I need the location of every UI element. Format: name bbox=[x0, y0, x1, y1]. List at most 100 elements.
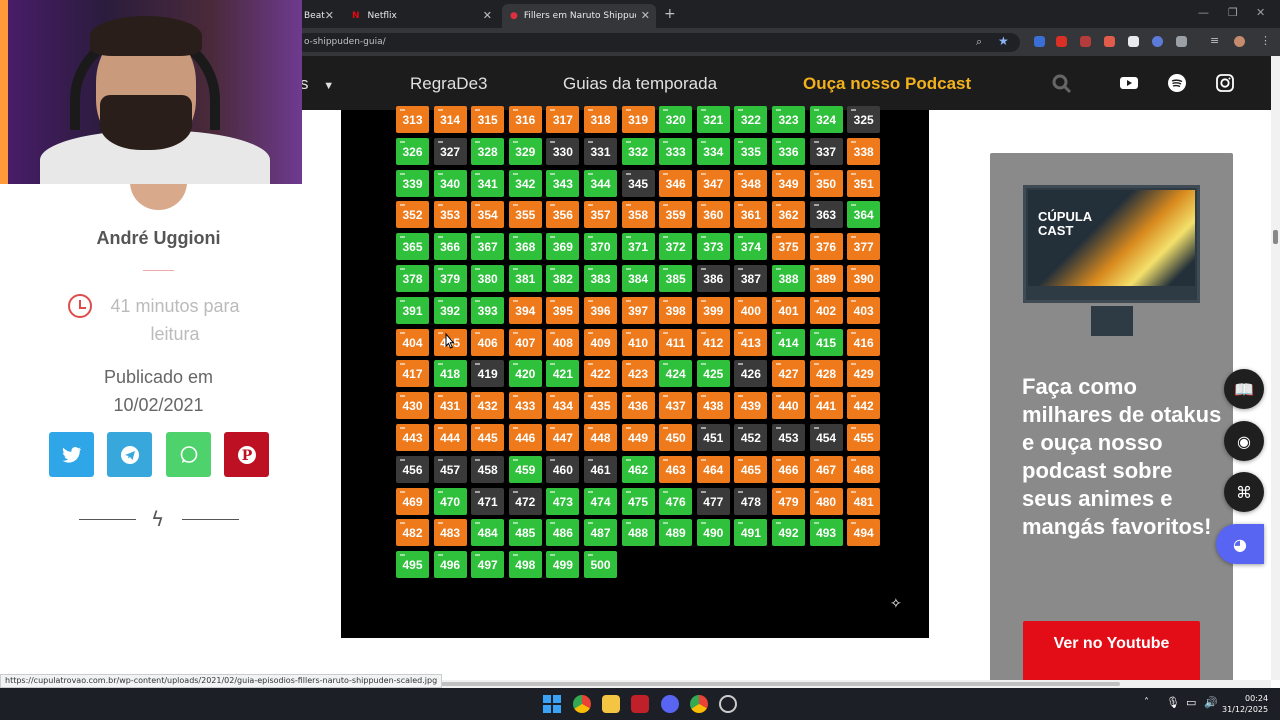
nav-regrade3[interactable]: RegraDe3 bbox=[410, 74, 488, 94]
minimize-icon[interactable]: — bbox=[1198, 6, 1209, 19]
extension-icon[interactable] bbox=[1152, 36, 1163, 47]
episode-cell: 372 bbox=[659, 233, 693, 261]
extension-icon[interactable] bbox=[1056, 36, 1067, 47]
mouse-cursor-icon bbox=[445, 332, 455, 349]
episode-cell: 444 bbox=[433, 424, 467, 451]
episode-cell: 379 bbox=[433, 265, 467, 292]
grid-icon: ⌘ bbox=[1236, 482, 1252, 502]
tab-fillers-active[interactable]: ● Fillers em Naruto Shippuden: se ✕ bbox=[502, 4, 656, 28]
episode-cell: 319 bbox=[621, 106, 655, 133]
youtube-icon[interactable] bbox=[1120, 74, 1138, 92]
episode-cell: 346 bbox=[659, 169, 693, 197]
extension-icon[interactable] bbox=[1104, 36, 1115, 47]
episode-cell: 349 bbox=[772, 169, 805, 197]
magic-wand-icon[interactable]: ✧ bbox=[890, 596, 902, 612]
network-icon[interactable]: ▭ bbox=[1186, 696, 1196, 709]
reading-mode-button[interactable]: 📖 bbox=[1224, 369, 1264, 409]
address-bar[interactable]: o-shippuden-guia/ bbox=[296, 33, 1020, 52]
discord-taskbar-icon[interactable] bbox=[661, 695, 679, 713]
episode-cell: 439 bbox=[734, 392, 768, 420]
share-telegram-button[interactable] bbox=[107, 432, 152, 477]
profile-avatar[interactable] bbox=[1234, 36, 1245, 47]
search-icon[interactable] bbox=[1052, 74, 1072, 94]
episode-cell: 462 bbox=[621, 455, 655, 483]
episode-cell: 407 bbox=[508, 328, 542, 356]
spotify-icon[interactable] bbox=[1168, 74, 1186, 92]
episode-cell: 369 bbox=[546, 233, 580, 261]
episode-cell: 348 bbox=[734, 169, 768, 197]
episode-cell: 483 bbox=[433, 519, 467, 547]
tab-beat[interactable]: Beat ✕ bbox=[296, 4, 340, 28]
obs-icon[interactable] bbox=[719, 695, 737, 713]
watch-on-youtube-button[interactable]: Ver no Youtube bbox=[1023, 621, 1200, 681]
episode-cell: 329 bbox=[508, 137, 542, 165]
chrome-icon[interactable] bbox=[573, 695, 591, 713]
episode-cell: 500 bbox=[584, 551, 617, 579]
svg-text:P: P bbox=[241, 448, 252, 464]
vertical-scroll-thumb[interactable] bbox=[1273, 230, 1278, 244]
microphone-icon[interactable]: 🎙 bbox=[1166, 696, 1180, 709]
episode-cell: 443 bbox=[396, 424, 429, 451]
share-twitter-button[interactable] bbox=[49, 432, 94, 477]
nav-menu-partial[interactable]: s ▼ bbox=[300, 74, 334, 94]
episode-cell: 477 bbox=[696, 487, 730, 515]
episode-cell: 496 bbox=[433, 551, 467, 579]
episode-cell: 406 bbox=[471, 328, 505, 356]
episode-cell: 350 bbox=[809, 169, 843, 197]
close-icon[interactable]: ✕ bbox=[483, 9, 492, 22]
reading-list-icon[interactable]: ≡ bbox=[1210, 34, 1219, 47]
episode-cell: 403 bbox=[847, 296, 881, 324]
episode-cell: 421 bbox=[546, 360, 580, 388]
extensions-puzzle-icon[interactable] bbox=[1176, 36, 1187, 47]
episode-cell: 336 bbox=[772, 137, 805, 165]
vertical-scrollbar[interactable] bbox=[1271, 56, 1280, 680]
close-icon[interactable]: ✕ bbox=[641, 9, 650, 22]
system-clock[interactable]: 00:24 31/12/2025 bbox=[1222, 693, 1268, 715]
menu-kebab-icon[interactable]: ⋮ bbox=[1260, 34, 1271, 47]
close-icon[interactable]: ✕ bbox=[325, 9, 334, 22]
extension-icon[interactable] bbox=[1080, 36, 1091, 47]
instagram-icon[interactable] bbox=[1216, 74, 1234, 92]
new-tab-button[interactable]: + bbox=[664, 6, 676, 22]
status-bar-url: https://cupulatrovao.com.br/wp-content/u… bbox=[0, 674, 443, 688]
episode-cell: 476 bbox=[659, 487, 693, 515]
discord-button[interactable]: ◕ bbox=[1216, 524, 1264, 564]
episode-cell: 380 bbox=[471, 265, 505, 292]
zoom-icon[interactable]: ⌕ bbox=[976, 35, 982, 49]
episode-cell: 400 bbox=[734, 296, 768, 324]
podcast-float-button[interactable]: ◉ bbox=[1224, 421, 1264, 461]
nav-podcast[interactable]: Ouça nosso Podcast bbox=[803, 74, 971, 94]
chrome-profile-icon[interactable] bbox=[690, 695, 708, 713]
episode-cell: 486 bbox=[546, 519, 580, 547]
tab-label: Beat bbox=[304, 11, 325, 21]
episode-cell: 388 bbox=[772, 265, 805, 292]
promo-headline: Faça como milhares de otakus e ouça noss… bbox=[1022, 374, 1222, 539]
episode-cell: 338 bbox=[847, 137, 881, 165]
extension-icon[interactable] bbox=[1128, 36, 1139, 47]
nav-guias[interactable]: Guias da temporada bbox=[563, 74, 717, 94]
episode-cell: 367 bbox=[471, 233, 505, 261]
windows-start-icon[interactable] bbox=[543, 695, 561, 713]
episode-cell: 361 bbox=[734, 201, 768, 229]
tab-netflix[interactable]: N Netflix ✕ bbox=[344, 4, 498, 28]
share-whatsapp-button[interactable] bbox=[166, 432, 211, 477]
episode-cell: 339 bbox=[396, 169, 429, 197]
maximize-icon[interactable]: ❐ bbox=[1228, 6, 1238, 19]
share-pinterest-button[interactable]: P bbox=[224, 432, 269, 477]
episode-cell: 455 bbox=[847, 424, 881, 451]
episode-cell: 418 bbox=[433, 360, 467, 388]
extension-icon[interactable] bbox=[1034, 36, 1045, 47]
window-close-icon[interactable]: ✕ bbox=[1256, 6, 1265, 19]
app-icon[interactable] bbox=[631, 695, 649, 713]
file-explorer-icon[interactable] bbox=[602, 695, 620, 713]
menu-grid-button[interactable]: ⌘ bbox=[1224, 472, 1264, 512]
episode-cell: 470 bbox=[433, 487, 467, 515]
volume-icon[interactable]: 🔊 bbox=[1204, 696, 1218, 709]
episode-cell: 493 bbox=[809, 519, 843, 547]
episode-cell: 357 bbox=[584, 201, 617, 229]
chevron-up-icon[interactable]: ˄ bbox=[1144, 697, 1149, 708]
bookmark-star-icon[interactable]: ★ bbox=[998, 34, 1009, 48]
episode-cell: 375 bbox=[772, 233, 805, 261]
episode-guide-image[interactable]: 313 314 315 316 317 318 319 320 321 322 323 324 325 3… bbox=[341, 106, 929, 638]
episode-cell: 364 bbox=[847, 201, 881, 229]
